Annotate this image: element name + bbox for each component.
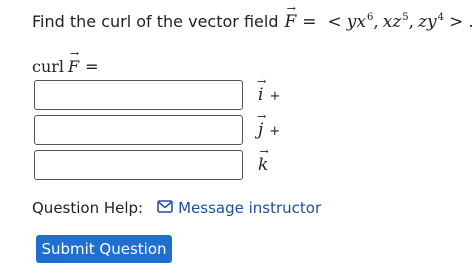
i-hat: i: [258, 85, 263, 105]
vector-field-expression: F=<yx6,xz5,zy4>.: [284, 12, 473, 32]
j-unit-label: j+: [258, 120, 280, 140]
component-2: xz5: [382, 12, 409, 32]
question-help-label: Question Help:: [32, 199, 144, 217]
j-component-input[interactable]: [34, 115, 243, 145]
close-angle: >: [449, 12, 464, 32]
curl-label: curlF=: [32, 57, 99, 76]
equals-sign: =: [302, 12, 317, 32]
j-hat: j: [258, 120, 263, 140]
submit-question-button[interactable]: Submit Question: [36, 235, 172, 263]
k-hat: k: [258, 155, 268, 175]
component-1: yx6: [346, 12, 374, 32]
open-angle: <: [327, 12, 342, 32]
i-unit-label: i+: [258, 85, 280, 105]
k-unit-label: k: [258, 155, 274, 175]
period: .: [468, 12, 474, 32]
question-text: Find the curl of the vector field F = <yx6…: [32, 12, 474, 32]
component-3: zy4: [418, 12, 445, 32]
question-help: Question Help: Message instructor: [32, 199, 321, 217]
message-instructor-link[interactable]: Message instructor: [178, 199, 321, 217]
i-component-input[interactable]: [34, 80, 243, 110]
curl-field-variable: F: [68, 57, 79, 76]
field-variable: F: [284, 12, 296, 32]
k-component-input[interactable]: [34, 150, 243, 180]
question-prompt: Find the curl of the vector field: [32, 12, 279, 31]
mail-icon[interactable]: [157, 199, 173, 217]
